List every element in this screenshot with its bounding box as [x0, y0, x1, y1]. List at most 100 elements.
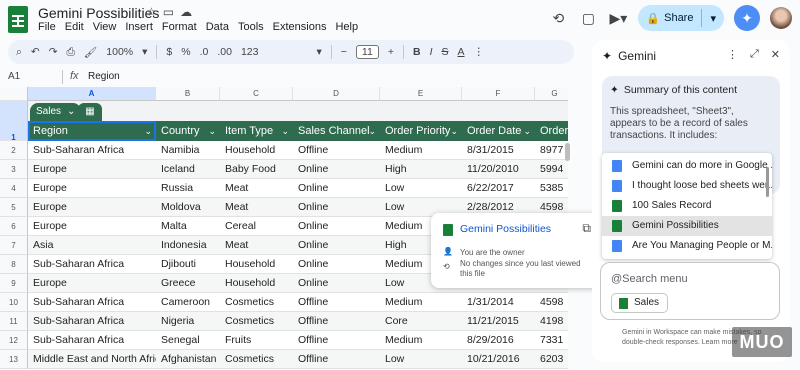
table-cell[interactable]: 5385: [535, 179, 568, 198]
formula-input[interactable]: Region: [88, 71, 120, 82]
table-cell[interactable]: Household: [220, 255, 293, 274]
table-cell[interactable]: 11/21/2015: [462, 312, 535, 331]
file-menu-item[interactable]: Gemini Possibilities: [602, 216, 772, 236]
comments-icon[interactable]: ▢: [578, 10, 598, 27]
redo-icon[interactable]: ↷: [49, 46, 58, 58]
decrease-font-size-button[interactable]: −: [341, 46, 347, 58]
vertical-scrollbar[interactable]: [565, 143, 570, 161]
table-cell[interactable]: Cereal: [220, 217, 293, 236]
row-header-7[interactable]: 7: [0, 236, 28, 255]
close-icon[interactable]: ✕: [771, 48, 780, 61]
font-select-chevron-icon[interactable]: ▾: [317, 46, 322, 58]
table-cell[interactable]: Asia: [28, 236, 156, 255]
table-cell[interactable]: 8977: [535, 141, 568, 160]
more-formats-button[interactable]: 123: [241, 46, 259, 58]
table-cell[interactable]: Europe: [28, 217, 156, 236]
document-title[interactable]: Gemini Possibilities: [38, 5, 159, 21]
table-cell[interactable]: Europe: [28, 274, 156, 293]
table-cell[interactable]: Cosmetics: [220, 293, 293, 312]
sheets-logo-icon[interactable]: [8, 6, 28, 33]
version-history-icon[interactable]: ⟲: [548, 10, 568, 27]
table-cell[interactable]: Meat: [220, 179, 293, 198]
column-header-f[interactable]: F: [462, 87, 535, 101]
bold-button[interactable]: B: [413, 46, 421, 58]
table-cell[interactable]: 8/29/2016: [462, 331, 535, 350]
table-cell[interactable]: Online: [293, 255, 380, 274]
table-cell[interactable]: Moldova: [156, 198, 220, 217]
table-cell[interactable]: Online: [293, 179, 380, 198]
menu-edit[interactable]: Edit: [65, 21, 84, 33]
file-menu-item[interactable]: Gemini can do more in Google ...: [602, 156, 772, 176]
menu-insert[interactable]: Insert: [125, 21, 153, 33]
column-header-d[interactable]: D: [293, 87, 380, 101]
menu-tools[interactable]: Tools: [238, 21, 264, 33]
text-color-button[interactable]: A: [458, 46, 465, 58]
more-options-icon[interactable]: ⋮: [727, 48, 738, 61]
expand-icon[interactable]: ⤢: [750, 48, 759, 61]
row-header-12[interactable]: 12: [0, 331, 28, 350]
table-cell[interactable]: Household: [220, 141, 293, 160]
table-cell[interactable]: Offline: [293, 312, 380, 331]
strikethrough-button[interactable]: S: [441, 46, 448, 58]
table-cell[interactable]: High: [380, 160, 462, 179]
row-header-11[interactable]: 11: [0, 312, 28, 331]
table-name-tab[interactable]: Sales ⌄: [30, 103, 82, 121]
menu-scrollbar[interactable]: [766, 167, 769, 197]
table-cell[interactable]: Sub-Saharan Africa: [28, 331, 156, 350]
column-header-e[interactable]: E: [380, 87, 462, 101]
table-header-cell[interactable]: Order Priority ⌄: [380, 121, 462, 141]
table-cell[interactable]: Online: [293, 236, 380, 255]
table-cell[interactable]: Low: [380, 350, 462, 369]
table-cell[interactable]: 10/21/2016: [462, 350, 535, 369]
gemini-sparkle-button[interactable]: ✦: [734, 5, 760, 31]
select-all-corner[interactable]: [0, 87, 28, 101]
table-cell[interactable]: Online: [293, 274, 380, 293]
meet-icon[interactable]: ▶▾: [608, 10, 628, 27]
table-cell[interactable]: Sub-Saharan Africa: [28, 141, 156, 160]
table-cell[interactable]: Medium: [380, 331, 462, 350]
row-header-6[interactable]: 6: [0, 217, 28, 236]
row-header-8[interactable]: 8: [0, 255, 28, 274]
column-header-g[interactable]: G: [535, 87, 568, 101]
row-header-2[interactable]: 2: [0, 141, 28, 160]
table-cell[interactable]: Offline: [293, 350, 380, 369]
table-cell[interactable]: 4598: [535, 293, 568, 312]
row-header-3[interactable]: 3: [0, 160, 28, 179]
table-cell[interactable]: Djibouti: [156, 255, 220, 274]
table-cell[interactable]: Indonesia: [156, 236, 220, 255]
table-cell[interactable]: 6203: [535, 350, 568, 369]
table-cell[interactable]: Russia: [156, 179, 220, 198]
menu-data[interactable]: Data: [206, 21, 229, 33]
font-size-field[interactable]: 11: [355, 45, 379, 59]
filter-dropdown-icon[interactable]: ⌄: [368, 121, 376, 141]
column-header-b[interactable]: B: [156, 87, 220, 101]
table-cell[interactable]: 1/31/2014: [462, 293, 535, 312]
filter-dropdown-icon[interactable]: ⌄: [281, 121, 289, 141]
star-icon[interactable]: ☆: [146, 5, 157, 19]
row-header-13[interactable]: 13: [0, 350, 28, 369]
chevron-down-icon[interactable]: ▾: [142, 46, 147, 58]
table-cell[interactable]: Namibia: [156, 141, 220, 160]
print-icon[interactable]: ⎙: [67, 46, 75, 59]
search-icon[interactable]: ⌕: [16, 46, 22, 59]
row-header-9[interactable]: 9: [0, 274, 28, 293]
table-cell[interactable]: Sub-Saharan Africa: [28, 312, 156, 331]
table-cell[interactable]: Cosmetics: [220, 350, 293, 369]
table-cell[interactable]: Sub-Saharan Africa: [28, 293, 156, 312]
table-cell[interactable]: Greece: [156, 274, 220, 293]
table-cell[interactable]: 11/20/2010: [462, 160, 535, 179]
table-cell[interactable]: Cameroon: [156, 293, 220, 312]
table-cell[interactable]: Household: [220, 274, 293, 293]
more-options-icon[interactable]: ⋮: [474, 46, 485, 58]
table-cell[interactable]: Fruits: [220, 331, 293, 350]
table-cell[interactable]: Medium: [380, 141, 462, 160]
table-cell[interactable]: 6/22/2017: [462, 179, 535, 198]
table-header-cell[interactable]: Sales Channel ⌄: [293, 121, 380, 141]
percent-format-button[interactable]: %: [181, 46, 190, 58]
table-cell[interactable]: Online: [293, 217, 380, 236]
table-cell[interactable]: Online: [293, 198, 380, 217]
table-cell[interactable]: Offline: [293, 293, 380, 312]
table-cell[interactable]: Sub-Saharan Africa: [28, 255, 156, 274]
column-header-c[interactable]: C: [220, 87, 293, 101]
prompt-input[interactable]: @Search menu Sales: [600, 262, 780, 320]
